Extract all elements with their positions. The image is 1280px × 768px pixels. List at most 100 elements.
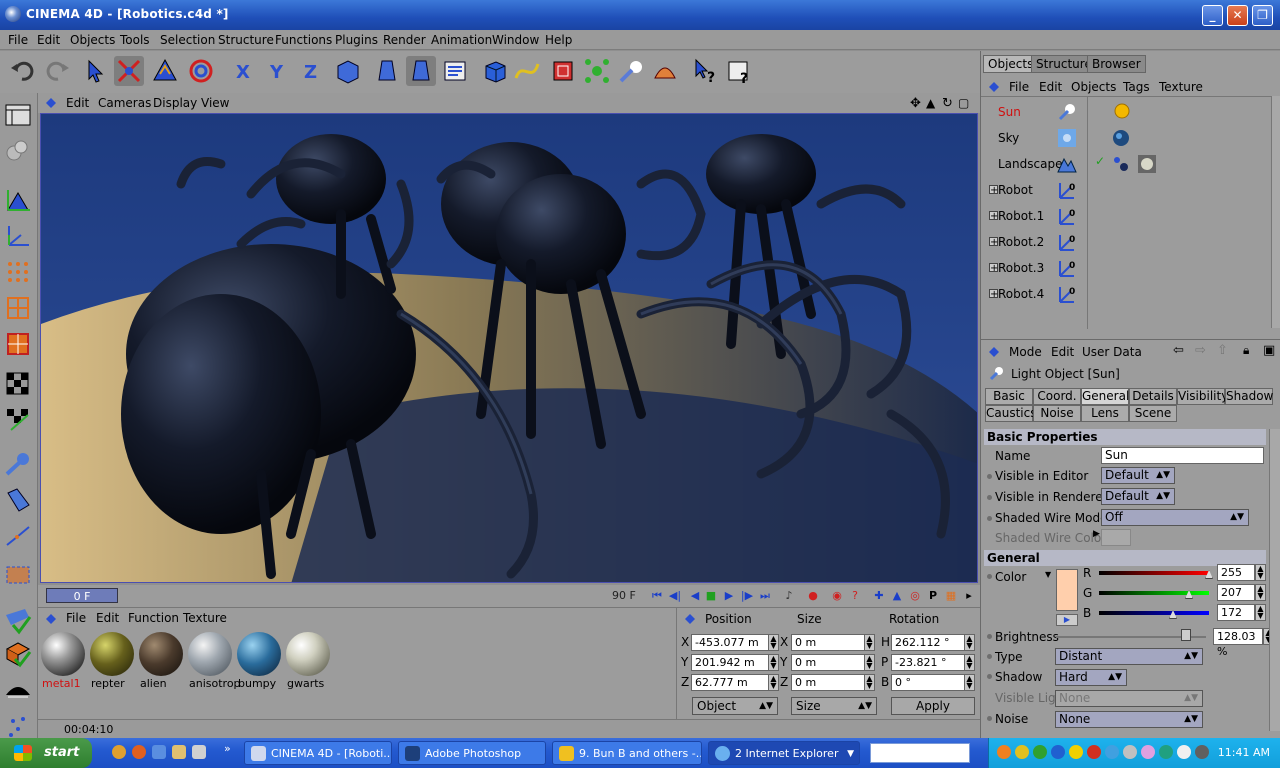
particle-icon[interactable] [3, 711, 33, 741]
am-menu-mode[interactable]: Mode [1009, 345, 1042, 359]
ik-tool-icon[interactable] [3, 485, 33, 515]
menu-selection[interactable]: Selection [160, 33, 215, 47]
next-key-icon[interactable]: |▶ [740, 589, 754, 603]
material-swatch-alien[interactable]: alien [138, 631, 184, 691]
size-x-spinner[interactable]: ▲ ▼ [864, 634, 875, 651]
blue-slider[interactable] [1099, 611, 1209, 615]
menu-tools[interactable]: Tools [120, 33, 150, 47]
key-rotation-icon[interactable]: ◎ [908, 589, 922, 603]
rotation-h-spinner[interactable]: ▲ ▼ [964, 634, 975, 651]
task-music-player[interactable]: 9. Bun B and others -... [552, 741, 702, 765]
tray-app-icon[interactable] [1159, 745, 1173, 759]
clock[interactable]: 11:41 AM [1218, 746, 1270, 759]
play-backward-icon[interactable]: ◀ [688, 589, 702, 603]
animation-dot[interactable] [987, 516, 992, 521]
viewport-menu-edit[interactable]: Edit [66, 96, 89, 110]
move-icon[interactable] [114, 56, 144, 86]
more-quicklaunch-icon[interactable]: » [224, 742, 231, 755]
play-forward-icon[interactable]: ▶ [722, 589, 736, 603]
tab-noise[interactable]: Noise [1033, 405, 1081, 422]
position-x-field[interactable]: -453.077 m [691, 634, 769, 651]
close-button[interactable]: ✕ [1227, 5, 1248, 26]
am-menu-user-data[interactable]: User Data [1082, 345, 1142, 359]
forward-arrow-icon[interactable]: ⇨ [1195, 343, 1206, 358]
array-icon[interactable] [582, 56, 612, 86]
material-swatch-repter[interactable]: repter [89, 631, 135, 691]
bone-tool-icon[interactable] [3, 449, 33, 479]
size-y-field[interactable]: 0 m [791, 654, 865, 671]
color-picker-button[interactable]: ▶ [1056, 614, 1078, 626]
tab-shadow[interactable]: Shadow [1225, 388, 1273, 405]
menu-plugins[interactable]: Plugins [335, 33, 378, 47]
color-expand-icon[interactable]: ▼ [1045, 570, 1051, 579]
menu-animation[interactable]: Animation [431, 33, 492, 47]
tray-app-icon[interactable] [1105, 745, 1119, 759]
expand-icon[interactable]: + [989, 289, 998, 300]
viewport-menu-view[interactable]: View [201, 96, 229, 110]
coordinate-mode-dropdown[interactable]: Object ▲▼ [692, 697, 778, 715]
om-menu-objects[interactable]: Objects [1071, 80, 1116, 94]
help-pointer-icon[interactable]: ? [690, 56, 720, 86]
tab-visibility[interactable]: Visibility [1177, 388, 1228, 405]
viewport-pin-icon[interactable] [44, 96, 58, 110]
folder-icon[interactable] [172, 745, 186, 759]
tray-app-icon[interactable] [1015, 745, 1029, 759]
volume-icon[interactable] [1177, 745, 1191, 759]
material-menu-texture[interactable]: Texture [183, 611, 227, 625]
x-axis-icon[interactable]: X [230, 56, 260, 86]
object-axis-icon[interactable] [3, 185, 33, 215]
timeline-scroll-right-icon[interactable]: ▸ [962, 589, 976, 603]
viewport-move-icon[interactable]: ✥ [910, 96, 921, 111]
rotation-b-spinner[interactable]: ▲ ▼ [964, 674, 975, 691]
shaded-wire-mode-dropdown[interactable]: Off ▲▼ [1101, 509, 1249, 526]
previous-key-icon[interactable]: ◀| [668, 589, 682, 603]
tray-app-icon[interactable] [997, 745, 1011, 759]
viewport-zoom-icon[interactable]: ▲ [926, 96, 935, 110]
spline-icon[interactable] [512, 56, 542, 86]
tab-basic[interactable]: Basic [985, 388, 1033, 405]
rotation-p-field[interactable]: -23.821 ° [891, 654, 965, 671]
rotate-icon[interactable] [186, 56, 216, 86]
green-spinner[interactable]: ▲ ▼ [1255, 584, 1266, 601]
render-picture-viewer-icon[interactable] [406, 56, 436, 86]
enable-axis-icon[interactable] [3, 605, 33, 635]
z-axis-icon[interactable]: Z [298, 56, 328, 86]
back-arrow-icon[interactable]: ⇦ [1173, 343, 1184, 358]
tab-general[interactable]: General [1081, 388, 1129, 405]
om-menu-edit[interactable]: Edit [1039, 80, 1062, 94]
expand-icon[interactable]: + [989, 237, 998, 248]
select-filter-icon[interactable] [3, 559, 33, 589]
expand-arrow-icon[interactable]: ▶ [1093, 529, 1100, 539]
new-manager-icon[interactable]: ▣ [1263, 343, 1275, 358]
desktop-icon[interactable] [152, 745, 166, 759]
brightness-slider-handle[interactable] [1181, 629, 1191, 641]
restore-button[interactable]: ❐ [1252, 5, 1273, 26]
object-list-scrollbar[interactable] [1271, 96, 1280, 328]
key-position-icon[interactable]: ✚ [872, 589, 886, 603]
animation-dot[interactable] [987, 674, 992, 679]
expand-icon[interactable]: + [989, 263, 998, 274]
position-z-field[interactable]: 62.777 m [691, 674, 769, 691]
menu-edit[interactable]: Edit [37, 33, 60, 47]
tab-coord[interactable]: Coord. [1033, 388, 1081, 405]
task-photoshop[interactable]: Adobe Photoshop [398, 741, 546, 765]
model-mode-icon[interactable] [3, 135, 33, 165]
animation-dot[interactable] [987, 474, 992, 479]
tray-app-icon[interactable] [1033, 745, 1047, 759]
animation-dot[interactable] [987, 716, 992, 721]
green-field[interactable]: 207 [1217, 584, 1255, 601]
material-swatch-metal1[interactable]: metal1 [40, 631, 86, 691]
material-menu-function[interactable]: Function [128, 611, 179, 625]
object-manager-pin-icon[interactable] [987, 80, 1001, 94]
attribute-scrollbar[interactable] [1269, 429, 1280, 731]
menu-functions[interactable]: Functions [275, 33, 332, 47]
go-to-end-icon[interactable]: ⏭ [758, 589, 772, 603]
visible-in-editor-dropdown[interactable]: Default ▲▼ [1101, 467, 1175, 484]
blue-field[interactable]: 172 [1217, 604, 1255, 621]
firefox-icon[interactable] [132, 745, 146, 759]
animation-dot[interactable] [987, 634, 992, 639]
landscape-phong-tag-icon[interactable] [1111, 154, 1131, 174]
tab-browser[interactable]: Browser [1087, 55, 1146, 73]
key-parameter-icon[interactable]: P [926, 589, 940, 603]
menu-objects[interactable]: Objects [70, 33, 115, 47]
